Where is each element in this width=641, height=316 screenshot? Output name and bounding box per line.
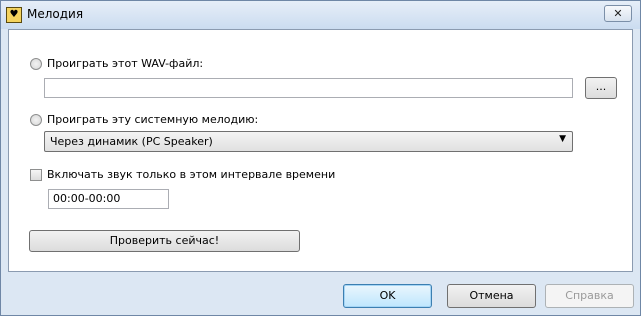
wav-file-label: Проиграть этот WAV-файл: [47, 57, 204, 70]
system-melody-label: Проиграть эту системную мелодию: [47, 113, 259, 126]
chevron-down-icon: ▼ [559, 134, 566, 144]
cancel-button[interactable]: Отмена [447, 284, 536, 308]
dialog-content: Проиграть этот WAV-файл: ... Проиграть э… [8, 29, 633, 272]
help-button: Справка [545, 284, 634, 308]
interval-label: Включать звук только в этом интервале вр… [47, 168, 336, 181]
window-title: Мелодия [27, 7, 84, 21]
system-melody-radio[interactable] [30, 114, 42, 126]
browse-button[interactable]: ... [585, 77, 617, 99]
close-icon: ✕ [613, 7, 623, 20]
close-button[interactable]: ✕ [604, 5, 632, 22]
test-now-button[interactable]: Проверить сейчас! [29, 230, 300, 252]
app-icon: ♥ [6, 7, 22, 23]
interval-checkbox[interactable] [30, 169, 42, 181]
system-melody-select[interactable]: Через динамик (PC Speaker) ▼ [44, 131, 573, 152]
ok-button[interactable]: OK [343, 284, 432, 308]
interval-input[interactable]: 00:00-00:00 [48, 189, 169, 209]
melody-dialog: ♥ Мелодия ✕ Проиграть этот WAV-файл: ...… [0, 0, 641, 316]
system-melody-selected: Через динамик (PC Speaker) [50, 135, 213, 148]
wav-file-radio[interactable] [30, 58, 42, 70]
wav-file-path-input[interactable] [44, 78, 573, 98]
title-bar[interactable]: ♥ Мелодия ✕ [1, 1, 640, 29]
